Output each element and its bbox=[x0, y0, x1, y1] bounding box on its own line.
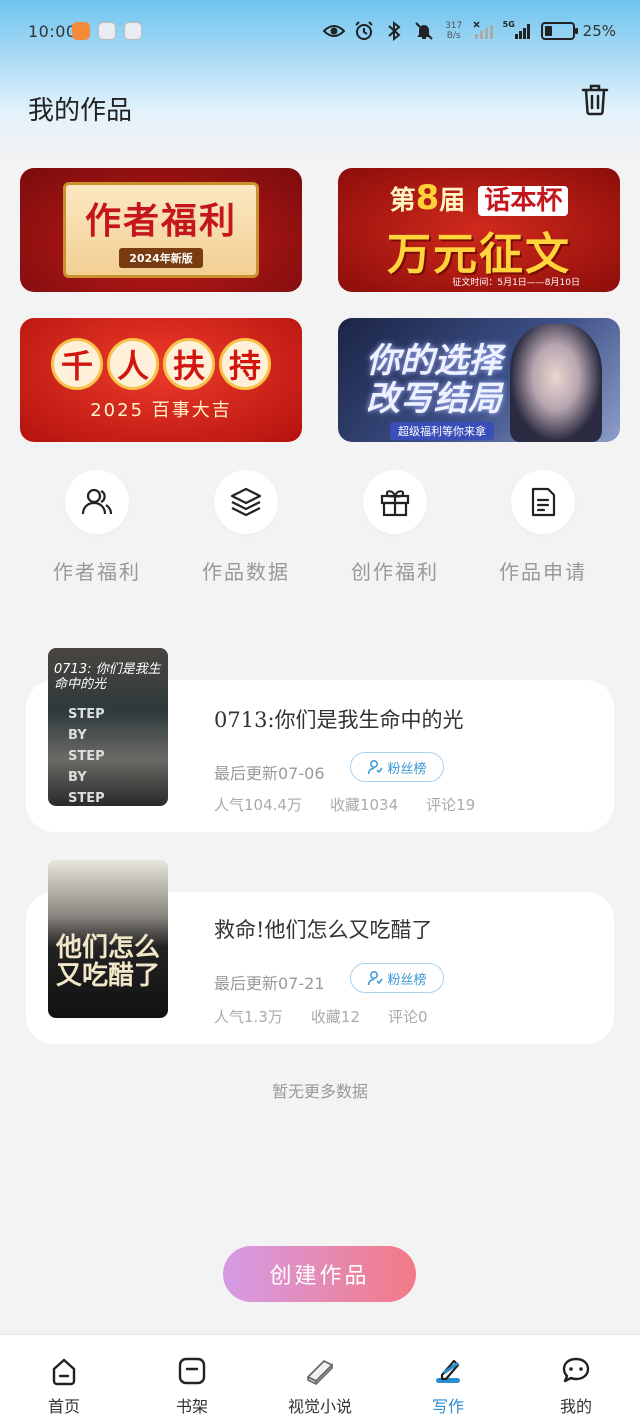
work-popularity: 人气104.4万 bbox=[214, 796, 302, 814]
quick-action-work-application[interactable]: 作品申请 bbox=[483, 470, 603, 585]
nav-visual-novel[interactable]: 视觉小说 bbox=[256, 1335, 384, 1422]
document-icon bbox=[511, 470, 575, 534]
page-title: 我的作品 bbox=[28, 96, 133, 126]
app-notification-icon bbox=[72, 22, 90, 40]
banner-choice-subtitle: 超级福利等你来拿 bbox=[390, 422, 494, 440]
nav-writing[interactable]: 写作 bbox=[384, 1335, 512, 1422]
work-last-updated: 最后更新07-21 bbox=[214, 974, 325, 993]
banner-scroll: 作者福利 2024年新版 bbox=[63, 182, 259, 278]
banner-contest-main: 万元征文 bbox=[387, 229, 571, 280]
fans-ranking-button[interactable]: 粉丝榜 bbox=[350, 963, 444, 993]
quick-action-label: 作品申请 bbox=[499, 560, 587, 584]
wifi-signal-icon bbox=[473, 20, 495, 42]
alarm-icon bbox=[353, 20, 375, 42]
banner-contest[interactable]: 第8届 话本杯 万元征文 征文时间：5月1日——8月10日 bbox=[338, 168, 620, 292]
no-more-data: 暂无更多数据 bbox=[271, 1082, 368, 1101]
fans-ranking-label: 粉丝榜 bbox=[387, 761, 427, 777]
work-favorites: 收藏12 bbox=[310, 1008, 360, 1026]
mute-icon bbox=[413, 20, 435, 42]
battery-percent: 25% bbox=[582, 22, 616, 40]
users-icon bbox=[65, 470, 129, 534]
work-last-updated: 最后更新07-06 bbox=[214, 764, 325, 783]
fans-ranking-label: 粉丝榜 bbox=[387, 972, 427, 988]
pen-icon bbox=[436, 1359, 460, 1383]
nav-home[interactable]: 首页 bbox=[0, 1335, 128, 1422]
nav-label: 视觉小说 bbox=[287, 1397, 352, 1416]
banner-support[interactable]: 千 人 扶 持 2025 百事大吉 bbox=[20, 318, 302, 442]
banner-author-welfare[interactable]: 作者福利 2024年新版 bbox=[20, 168, 302, 292]
banner-contest-date: 征文时间：5月1日——8月10日 bbox=[452, 278, 580, 288]
quick-action-creation-welfare[interactable]: 创作福利 bbox=[335, 470, 455, 585]
work-favorites: 收藏1034 bbox=[329, 796, 399, 814]
browser-notification-icon bbox=[124, 22, 142, 40]
home-icon bbox=[52, 1358, 76, 1386]
net-speed: 317 B/s bbox=[445, 21, 463, 41]
nav-label: 我的 bbox=[559, 1397, 592, 1416]
work-stats: 人气1.3万 收藏12 评论0 bbox=[214, 1006, 428, 1027]
status-time: 10:00 bbox=[28, 22, 77, 41]
banner-support-title: 千 人 扶 持 bbox=[51, 338, 271, 390]
bottom-nav: 首页 书架 视觉小说 写作 我的 bbox=[0, 1334, 640, 1422]
nav-label: 书架 bbox=[175, 1397, 208, 1416]
status-bar: 10:00 317 B/s 5G 25% bbox=[0, 0, 640, 64]
work-title[interactable]: 0713:你们是我生命中的光 bbox=[214, 704, 464, 734]
nav-bookshelf[interactable]: 书架 bbox=[128, 1335, 256, 1422]
bluetooth-icon bbox=[383, 20, 405, 42]
fans-ranking-button[interactable]: 粉丝榜 bbox=[350, 752, 444, 782]
book-icon bbox=[307, 1360, 333, 1385]
nav-label: 写作 bbox=[431, 1397, 464, 1416]
nav-label: 首页 bbox=[47, 1397, 80, 1416]
gift-icon bbox=[363, 470, 427, 534]
create-work-button[interactable]: 创建作品 bbox=[223, 1246, 416, 1302]
nav-mine[interactable]: 我的 bbox=[512, 1335, 640, 1422]
fan-icon bbox=[368, 971, 384, 986]
cover-title: 0713: 你们是我生命中的光 bbox=[54, 662, 161, 692]
work-comments: 评论19 bbox=[426, 796, 476, 814]
cover-steps: STEP BY STEP BY STEP bbox=[68, 707, 105, 806]
work-cover[interactable]: 他们怎么又吃醋了 bbox=[48, 860, 168, 1018]
work-title[interactable]: 救命!他们怎么又吃醋了 bbox=[214, 914, 432, 944]
chat-icon bbox=[562, 1357, 590, 1383]
banner-title: 作者福利 bbox=[84, 201, 237, 242]
battery-icon bbox=[540, 22, 578, 40]
trash-icon[interactable] bbox=[580, 82, 610, 116]
banner-subtitle: 2024年新版 bbox=[119, 248, 203, 268]
banner-support-subtitle: 2025 百事大吉 bbox=[90, 400, 232, 421]
bookshelf-icon bbox=[178, 1357, 206, 1385]
quick-action-label: 作者福利 bbox=[53, 560, 141, 584]
layers-icon bbox=[214, 470, 278, 534]
quick-action-label: 作品数据 bbox=[202, 560, 290, 584]
work-cover[interactable]: 0713: 你们是我生命中的光 STEP BY STEP BY STEP bbox=[48, 648, 168, 806]
work-comments: 评论0 bbox=[387, 1008, 428, 1026]
eye-icon bbox=[322, 20, 345, 42]
quick-action-label: 创作福利 bbox=[351, 560, 439, 584]
work-stats: 人气104.4万 收藏1034 评论19 bbox=[214, 794, 475, 815]
quick-action-work-data[interactable]: 作品数据 bbox=[186, 470, 306, 585]
fan-icon bbox=[368, 760, 384, 775]
work-popularity: 人气1.3万 bbox=[214, 1008, 283, 1026]
gallery-notification-icon bbox=[98, 22, 116, 40]
cellular-signal-icon: 5G bbox=[503, 20, 533, 42]
banner-character-illustration bbox=[510, 324, 602, 442]
banner-choice[interactable]: 你的选择 改写结局 超级福利等你来拿 bbox=[338, 318, 620, 442]
quick-action-author-welfare[interactable]: 作者福利 bbox=[37, 470, 157, 585]
banner-contest-heading: 第8届 话本杯 bbox=[390, 178, 569, 218]
banner-choice-title: 你的选择 改写结局 bbox=[366, 341, 502, 419]
cover-title: 他们怎么又吃醋了 bbox=[55, 933, 160, 991]
